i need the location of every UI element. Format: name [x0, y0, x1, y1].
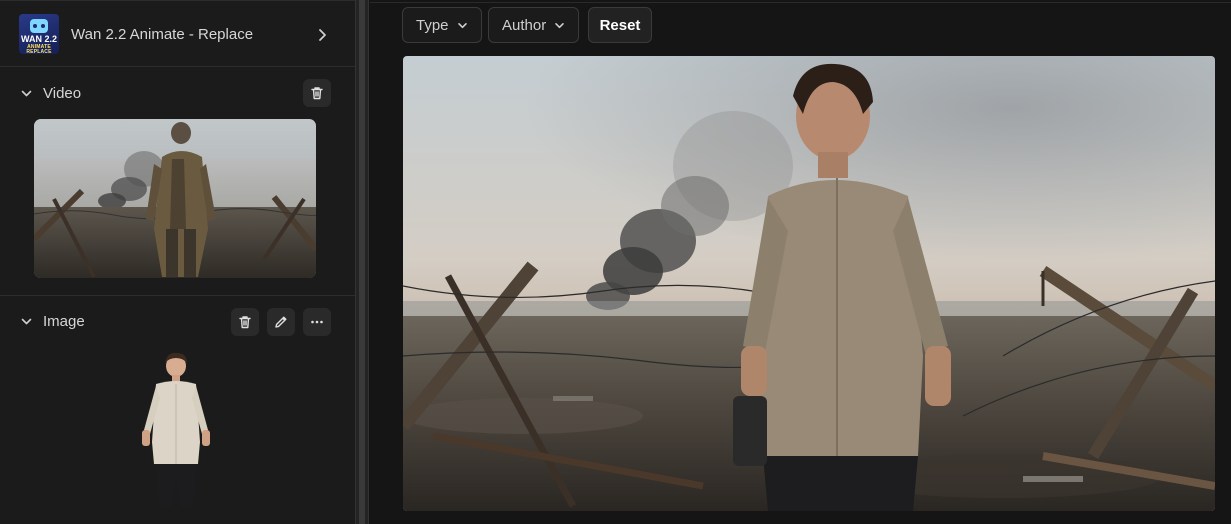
- delete-video-button[interactable]: [303, 79, 331, 107]
- robot-icon: [30, 19, 48, 33]
- left-panel: WAN 2.2 ANIMATE REPLACE Wan 2.2 Animate …: [0, 0, 355, 524]
- chevron-right-icon[interactable]: [314, 27, 330, 43]
- more-horizontal-icon: [311, 320, 323, 324]
- type-filter-label: Type: [416, 16, 449, 34]
- image-section-title: Image: [43, 313, 85, 330]
- workflow-title: Wan 2.2 Animate - Replace: [71, 26, 254, 43]
- chevron-down-icon: [457, 22, 467, 28]
- pencil-icon: [275, 316, 287, 328]
- chevron-down-icon[interactable]: [20, 315, 33, 328]
- author-filter-dropdown[interactable]: Author: [488, 7, 580, 43]
- resize-grip[interactable]: [359, 0, 365, 524]
- author-filter-label: Author: [502, 16, 547, 34]
- workflow-thumb-subtitle: ANIMATE REPLACE: [26, 44, 52, 55]
- divider: [0, 295, 355, 296]
- image-section-header[interactable]: Image: [0, 306, 355, 336]
- video-section-title: Video: [43, 85, 82, 102]
- type-filter-dropdown[interactable]: Type: [402, 7, 482, 43]
- trash-icon: [311, 87, 323, 100]
- workflow-header[interactable]: WAN 2.2 ANIMATE REPLACE Wan 2.2 Animate …: [0, 4, 355, 66]
- panel-resize-handle[interactable]: [355, 0, 369, 524]
- trash-icon: [239, 316, 251, 329]
- image-more-button[interactable]: [303, 308, 331, 336]
- workflow-thumbnail: WAN 2.2 ANIMATE REPLACE: [19, 14, 59, 54]
- video-section-header[interactable]: Video: [0, 78, 355, 108]
- video-thumbnail[interactable]: [34, 119, 316, 278]
- video-frame-image: [34, 119, 316, 278]
- workflow-thumb-title: WAN 2.2: [20, 34, 57, 44]
- person-image: [142, 352, 210, 507]
- chevron-down-icon[interactable]: [20, 87, 33, 100]
- chevron-down-icon: [555, 22, 565, 28]
- preview-image[interactable]: [403, 56, 1215, 511]
- delete-image-button[interactable]: [231, 308, 259, 336]
- preview-frame-image: [403, 56, 1215, 511]
- divider: [0, 66, 355, 67]
- edit-image-button[interactable]: [267, 308, 295, 336]
- reset-button[interactable]: Reset: [588, 7, 652, 43]
- reference-image-thumbnail[interactable]: [134, 352, 218, 510]
